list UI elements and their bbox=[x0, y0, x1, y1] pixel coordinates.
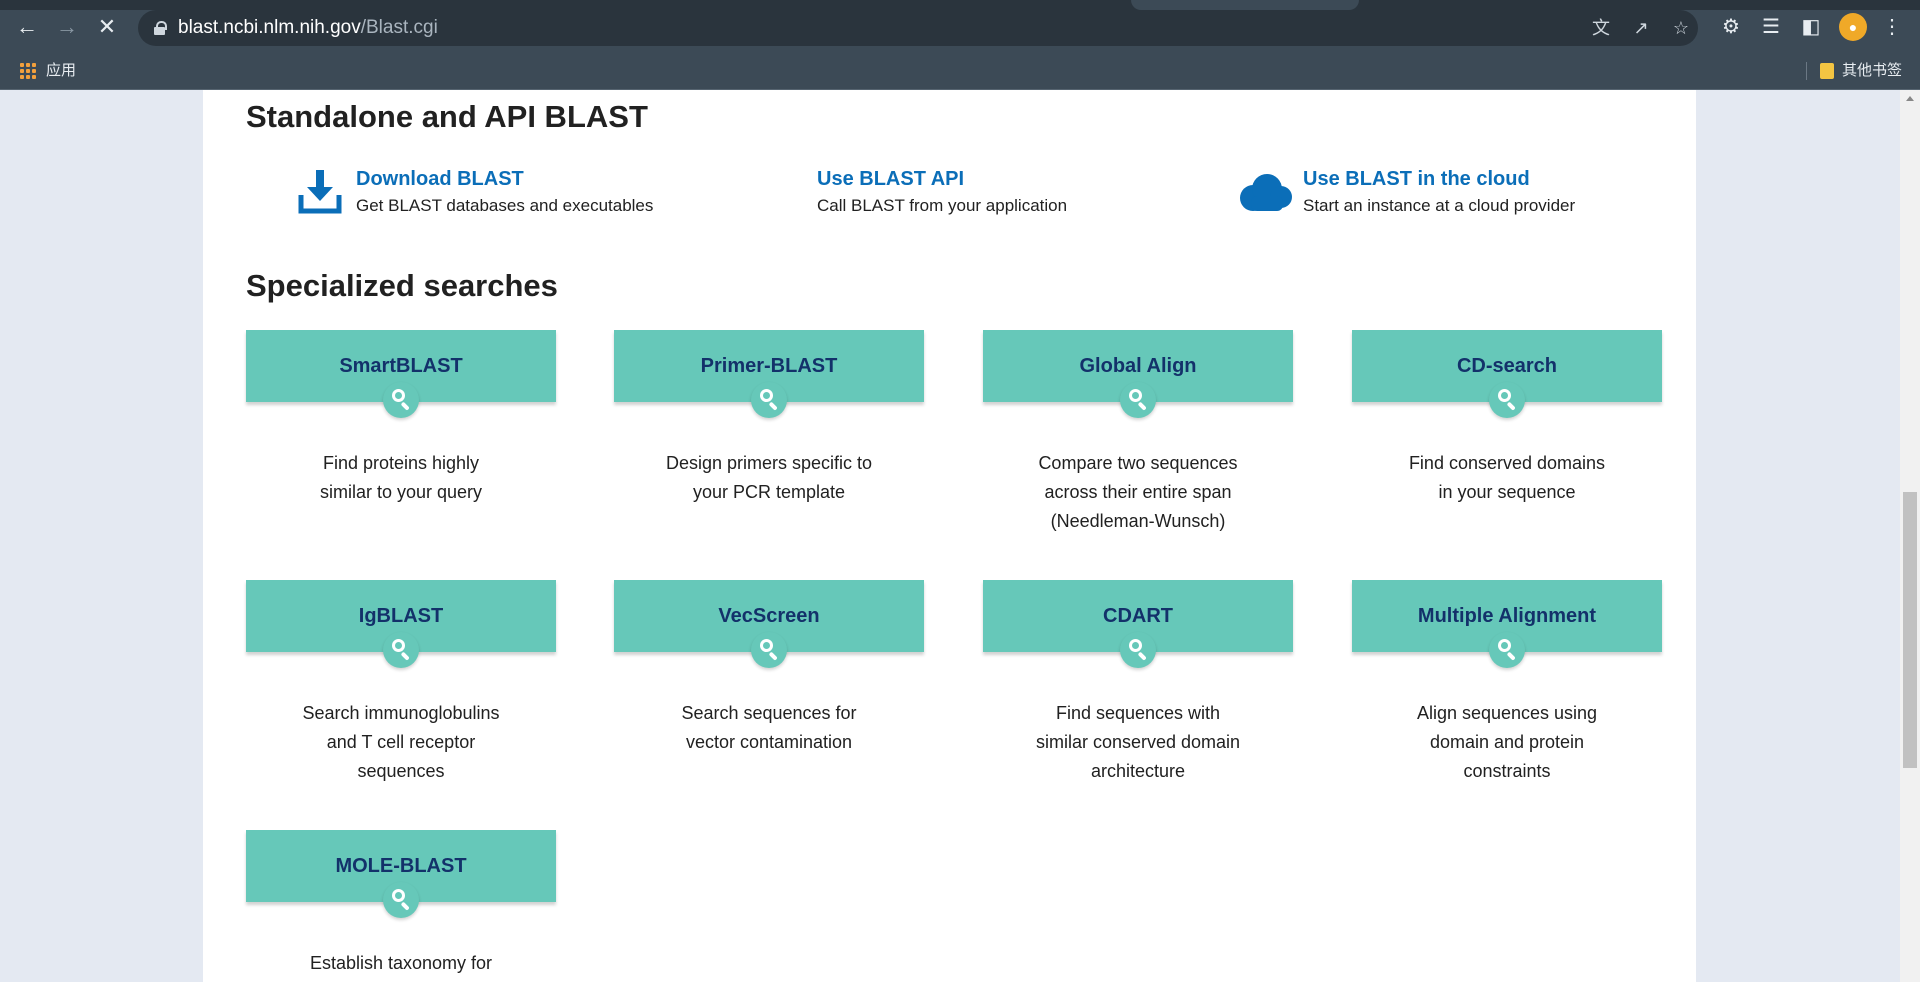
download-blast-link[interactable]: Download BLAST bbox=[356, 168, 524, 191]
search-icon[interactable] bbox=[1489, 632, 1525, 668]
address-bar[interactable]: blast.ncbi.nlm.nih.gov/Blast.cgi 文 ↗ ☆ bbox=[138, 10, 1698, 46]
download-icon[interactable] bbox=[298, 169, 342, 215]
search-icon[interactable] bbox=[751, 382, 787, 418]
desc-line: Find conserved domains bbox=[1408, 453, 1606, 473]
mole-blast-desc: Establish taxonomy for bbox=[246, 949, 556, 978]
profile-avatar-icon[interactable]: ● bbox=[1839, 13, 1867, 41]
translate-icon[interactable]: 文 bbox=[1590, 17, 1612, 39]
bookmarks-divider bbox=[1806, 62, 1807, 80]
desc-line: your PCR template bbox=[692, 482, 846, 502]
card-global-align: Global Align Compare two sequences across… bbox=[983, 330, 1293, 531]
desc-line: Establish taxonomy for bbox=[309, 953, 493, 973]
desc-line: and T cell receptor bbox=[326, 732, 476, 752]
desc-line: similar to your query bbox=[319, 482, 483, 502]
reading-list-icon[interactable]: ☰ bbox=[1757, 13, 1785, 41]
specialized-heading: Specialized searches bbox=[246, 268, 558, 303]
desc-line: constraints bbox=[1463, 761, 1551, 781]
card-primer-blast: Primer-BLAST Design primers specific to y… bbox=[614, 330, 924, 502]
desc-line: Find proteins highly bbox=[322, 453, 480, 473]
menu-kebab-icon[interactable]: ⋮ bbox=[1878, 13, 1906, 41]
desc-line: across their entire span bbox=[1044, 482, 1232, 502]
desc-line: vector contamination bbox=[685, 732, 853, 752]
blast-cloud-link[interactable]: Use BLAST in the cloud bbox=[1303, 168, 1530, 191]
desc-line: Find sequences with bbox=[1055, 703, 1221, 723]
desc-line: domain and protein bbox=[1429, 732, 1585, 752]
desc-line: Align sequences using bbox=[1416, 703, 1598, 723]
search-icon[interactable] bbox=[383, 382, 419, 418]
other-bookmarks[interactable]: 其他书签 bbox=[1842, 52, 1902, 90]
desc-line: Search sequences for bbox=[681, 703, 857, 723]
blast-api-desc: Call BLAST from your application bbox=[817, 196, 1068, 215]
download-blast-desc: Get BLAST databases and executables bbox=[356, 196, 654, 215]
browser-toolbar: ← → ✕ blast.ncbi.nlm.nih.gov/Blast.cgi 文… bbox=[0, 0, 1920, 52]
main-content: Standalone and API BLAST Download BLAST … bbox=[203, 90, 1696, 982]
desc-line: in your sequence bbox=[1438, 482, 1576, 502]
url-path: /Blast.cgi bbox=[360, 17, 438, 38]
browser-tab[interactable] bbox=[1131, 0, 1359, 10]
apps-grid-icon[interactable] bbox=[20, 63, 36, 79]
desc-line: (Needleman-Wunsch) bbox=[1050, 511, 1226, 531]
back-icon[interactable]: ← bbox=[10, 10, 44, 44]
multiple-alignment-desc: Align sequences using domain and protein c… bbox=[1352, 699, 1662, 786]
stop-loading-icon[interactable]: ✕ bbox=[90, 10, 124, 44]
extensions-icon[interactable]: ⚙ bbox=[1717, 13, 1745, 41]
cdart-desc: Find sequences with similar conserved dom… bbox=[983, 699, 1293, 786]
search-icon[interactable] bbox=[383, 882, 419, 918]
search-icon[interactable] bbox=[751, 632, 787, 668]
desc-line: Design primers specific to bbox=[665, 453, 873, 473]
igblast-desc: Search immunoglobulins and T cell recepto… bbox=[246, 699, 556, 786]
share-icon[interactable]: ↗ bbox=[1630, 17, 1652, 39]
scrollbar-thumb[interactable] bbox=[1903, 492, 1917, 768]
desc-line: architecture bbox=[1090, 761, 1186, 781]
search-icon[interactable] bbox=[383, 632, 419, 668]
vertical-scrollbar[interactable] bbox=[1900, 90, 1920, 982]
card-vecscreen: VecScreen Search sequences for vector con… bbox=[614, 580, 924, 752]
folder-icon[interactable] bbox=[1820, 63, 1834, 79]
desc-line: Search immunoglobulins bbox=[302, 703, 500, 723]
page-viewport: Standalone and API BLAST Download BLAST … bbox=[0, 90, 1920, 982]
search-icon[interactable] bbox=[1489, 382, 1525, 418]
global-align-desc: Compare two sequences across their entire… bbox=[983, 449, 1293, 536]
lock-icon[interactable] bbox=[154, 21, 167, 35]
smartblast-desc: Find proteins highly similar to your quer… bbox=[246, 449, 556, 507]
desc-line: similar conserved domain bbox=[1035, 732, 1241, 752]
cd-search-desc: Find conserved domains in your sequence bbox=[1352, 449, 1662, 507]
vecscreen-desc: Search sequences for vector contamination bbox=[614, 699, 924, 757]
side-panel-icon[interactable]: ◧ bbox=[1797, 13, 1825, 41]
blast-api-link[interactable]: Use BLAST API bbox=[817, 168, 964, 191]
card-smartblast: SmartBLAST Find proteins highly similar t… bbox=[246, 330, 556, 502]
url-host: blast.ncbi.nlm.nih.gov bbox=[178, 17, 361, 38]
apps-bookmark[interactable]: 应用 bbox=[46, 52, 76, 90]
primer-blast-desc: Design primers specific to your PCR templ… bbox=[614, 449, 924, 507]
card-cdart: CDART Find sequences with similar conserv… bbox=[983, 580, 1293, 781]
search-icon[interactable] bbox=[1120, 632, 1156, 668]
blast-cloud-desc: Start an instance at a cloud provider bbox=[1303, 196, 1576, 215]
desc-line: Compare two sequences bbox=[1038, 453, 1238, 473]
tab-strip bbox=[0, 0, 1920, 10]
card-igblast: IgBLAST Search immunoglobulins and T cell… bbox=[246, 580, 556, 781]
bookmark-star-icon[interactable]: ☆ bbox=[1670, 17, 1692, 39]
card-cd-search: CD-search Find conserved domains in your … bbox=[1352, 330, 1662, 502]
url-text[interactable]: blast.ncbi.nlm.nih.gov/Blast.cgi bbox=[178, 10, 438, 46]
scroll-up-arrow-icon[interactable] bbox=[1906, 96, 1914, 101]
card-multiple-alignment: Multiple Alignment Align sequences using… bbox=[1352, 580, 1662, 781]
card-mole-blast: MOLE-BLAST Establish taxonomy for bbox=[246, 830, 556, 973]
forward-icon[interactable]: → bbox=[50, 10, 84, 44]
bookmarks-bar: 应用 其他书签 bbox=[0, 52, 1920, 90]
search-icon[interactable] bbox=[1120, 382, 1156, 418]
standalone-heading: Standalone and API BLAST bbox=[246, 99, 648, 134]
desc-line: sequences bbox=[357, 761, 445, 781]
cloud-icon[interactable] bbox=[1237, 172, 1293, 212]
